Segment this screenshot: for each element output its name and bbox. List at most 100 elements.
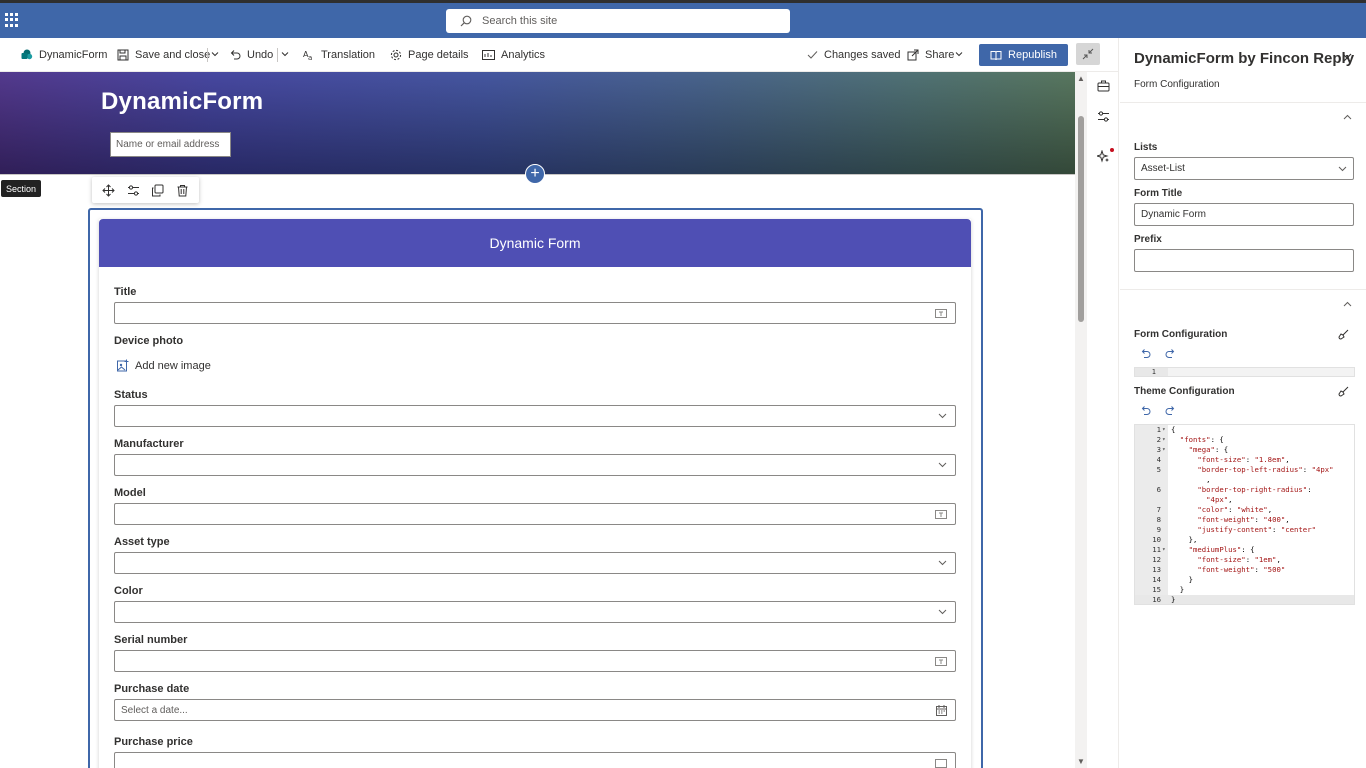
search-placeholder: Search this site bbox=[482, 15, 558, 27]
code-text: "fonts": { bbox=[1179, 435, 1224, 444]
scroll-down-icon[interactable]: ▼ bbox=[1077, 757, 1085, 766]
code-line[interactable]: , bbox=[1135, 475, 1354, 485]
analytics-button[interactable]: Analytics bbox=[482, 46, 545, 64]
undo-button[interactable]: Undo bbox=[229, 46, 273, 64]
code-line[interactable]: 16} bbox=[1135, 595, 1354, 604]
redo-icon[interactable] bbox=[1165, 348, 1176, 359]
settings-sliders-icon[interactable] bbox=[1097, 110, 1110, 123]
redo-icon[interactable] bbox=[1165, 405, 1176, 416]
undo-options-chevron-icon[interactable] bbox=[281, 50, 289, 58]
scrollbar-thumb[interactable] bbox=[1078, 116, 1084, 322]
translation-button[interactable]: Aa Translation bbox=[303, 46, 375, 64]
theme-config-editor[interactable]: 1 ▾{2 ▾ "fonts": {3 ▾ "mega": {4 "font-size… bbox=[1134, 424, 1355, 605]
text-field-icon bbox=[935, 656, 947, 666]
code-line[interactable]: 3 ▾ "mega": { bbox=[1135, 445, 1354, 455]
move-icon[interactable] bbox=[102, 183, 115, 197]
code-line[interactable]: 5 "border-top-left-radius": "4px" bbox=[1135, 465, 1354, 475]
code-line[interactable]: 7 "color": "white", bbox=[1135, 505, 1354, 515]
republish-label: Republish bbox=[1008, 49, 1057, 61]
chevron-up-icon[interactable] bbox=[1343, 301, 1352, 307]
code-text: "mega": { bbox=[1188, 445, 1229, 454]
format-brush-icon[interactable] bbox=[1338, 386, 1349, 397]
add-section-button[interactable]: + bbox=[525, 164, 545, 184]
serial-number-input[interactable] bbox=[114, 650, 956, 672]
code-line[interactable]: 15 } bbox=[1135, 585, 1354, 595]
save-icon bbox=[117, 49, 129, 61]
search-icon bbox=[460, 15, 472, 27]
code-line[interactable]: 14 } bbox=[1135, 575, 1354, 585]
copilot-sparkle-icon[interactable] bbox=[1097, 150, 1110, 163]
purchase-date-picker[interactable]: Select a date... bbox=[114, 699, 956, 721]
form-title-value: Dynamic Form bbox=[1141, 209, 1207, 220]
save-status: Changes saved bbox=[807, 46, 900, 64]
share-button[interactable]: Share bbox=[907, 46, 954, 64]
add-new-image-label: Add new image bbox=[135, 359, 211, 372]
line-number: 10 bbox=[1152, 535, 1161, 544]
code-text: "border-top-right-radius": bbox=[1197, 485, 1312, 494]
chevron-down-icon bbox=[938, 609, 947, 615]
close-icon[interactable] bbox=[1342, 53, 1352, 63]
fold-arrow-icon[interactable]: ▾ bbox=[1162, 445, 1166, 455]
lists-dropdown[interactable]: Asset-List bbox=[1134, 157, 1354, 180]
scroll-up-icon[interactable]: ▲ bbox=[1077, 74, 1085, 83]
code-line[interactable]: 4 "font-size": "1.8em", bbox=[1135, 455, 1354, 465]
code-line[interactable]: 2 ▾ "fonts": { bbox=[1135, 435, 1354, 445]
code-line[interactable]: 9 "justify-content": "center" bbox=[1135, 525, 1354, 535]
purchase-price-input[interactable] bbox=[114, 752, 956, 768]
code-line[interactable]: "4px", bbox=[1135, 495, 1354, 505]
analytics-icon bbox=[482, 50, 495, 60]
add-new-image-button[interactable]: Add new image bbox=[117, 359, 211, 372]
asset-type-dropdown[interactable] bbox=[114, 552, 956, 574]
line-number: 13 bbox=[1152, 565, 1161, 574]
republish-button[interactable]: Republish bbox=[979, 44, 1068, 66]
page-title[interactable]: DynamicForm bbox=[101, 88, 263, 116]
code-text: "font-size": "1em", bbox=[1197, 555, 1281, 564]
share-chevron-icon[interactable] bbox=[955, 50, 963, 58]
page-details-label: Page details bbox=[408, 49, 469, 61]
translation-label: Translation bbox=[321, 49, 376, 61]
site-name-label: DynamicForm bbox=[39, 49, 108, 61]
translation-icon: Aa bbox=[303, 50, 312, 61]
search-box[interactable]: Search this site bbox=[446, 9, 790, 33]
page-details-button[interactable]: Page details bbox=[390, 46, 469, 64]
code-line[interactable]: 8 "font-weight": "400", bbox=[1135, 515, 1354, 525]
fold-arrow-icon[interactable]: ▾ bbox=[1162, 425, 1166, 435]
save-options-chevron-icon[interactable] bbox=[211, 50, 219, 58]
property-pane-title: DynamicForm by Fincon Reply bbox=[1134, 50, 1355, 67]
site-name-button[interactable]: DynamicForm bbox=[21, 46, 107, 64]
delete-icon[interactable] bbox=[176, 184, 189, 197]
form-title-input[interactable]: Dynamic Form bbox=[1134, 203, 1354, 226]
save-and-close-button[interactable]: Save and close bbox=[117, 46, 210, 64]
title-input[interactable] bbox=[114, 302, 956, 324]
undo-icon[interactable] bbox=[1140, 348, 1151, 359]
text-field-icon bbox=[935, 509, 947, 519]
prefix-input[interactable] bbox=[1134, 249, 1354, 272]
model-input[interactable] bbox=[114, 503, 956, 525]
code-line[interactable]: 12 "font-size": "1em", bbox=[1135, 555, 1354, 565]
undo-icon[interactable] bbox=[1140, 405, 1151, 416]
app-launcher-icon[interactable] bbox=[5, 13, 19, 27]
code-line[interactable]: 10 }, bbox=[1135, 535, 1354, 545]
code-line[interactable]: 13 "font-weight": "500" bbox=[1135, 565, 1354, 575]
edit-section-icon[interactable] bbox=[127, 184, 140, 197]
code-line[interactable]: 1 ▾ { bbox=[1135, 425, 1354, 435]
canvas-scrollbar[interactable]: ▲ ▼ bbox=[1075, 72, 1087, 768]
collapse-pane-button[interactable] bbox=[1076, 43, 1100, 65]
code-line[interactable]: 6 "border-top-right-radius": bbox=[1135, 485, 1354, 495]
duplicate-icon[interactable] bbox=[151, 184, 164, 197]
toolbox-icon[interactable] bbox=[1097, 80, 1110, 92]
people-picker-input[interactable]: Name or email address bbox=[110, 132, 231, 157]
collapse-icon bbox=[1082, 48, 1094, 60]
color-dropdown[interactable] bbox=[114, 601, 956, 623]
fold-arrow-icon[interactable]: ▾ bbox=[1162, 545, 1166, 555]
status-dropdown[interactable] bbox=[114, 405, 956, 427]
form-config-editor[interactable]: 1 bbox=[1134, 367, 1355, 377]
chevron-up-icon[interactable] bbox=[1343, 114, 1352, 120]
code-text: "4px", bbox=[1206, 495, 1233, 504]
fold-arrow-icon[interactable]: ▾ bbox=[1162, 435, 1166, 445]
purchase-date-label: Purchase date bbox=[114, 683, 190, 695]
line-number: 1 bbox=[1156, 425, 1161, 434]
manufacturer-dropdown[interactable] bbox=[114, 454, 956, 476]
code-line[interactable]: 11 ▾ "mediumPlus": { bbox=[1135, 545, 1354, 555]
format-brush-icon[interactable] bbox=[1338, 329, 1349, 340]
